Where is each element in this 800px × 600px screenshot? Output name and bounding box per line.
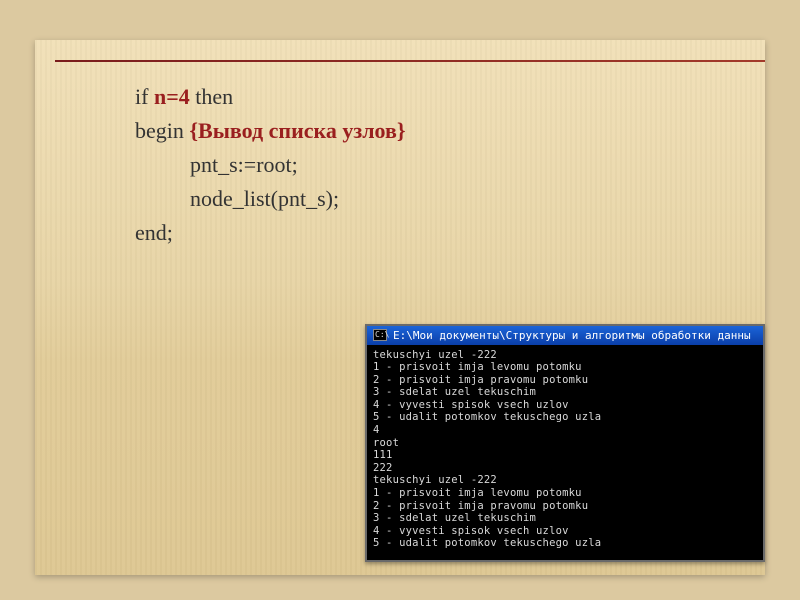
terminal-titlebar: C:\ E:\Мои документы\Структуры и алгорит…: [367, 326, 763, 345]
code-keyword: n=4: [154, 84, 190, 109]
code-comment: {Вывод списка узлов}: [189, 118, 405, 143]
code-text: if: [135, 84, 154, 109]
code-line-5: end;: [135, 216, 715, 250]
code-line-2: begin {Вывод списка узлов}: [135, 114, 715, 148]
code-text: begin: [135, 118, 189, 143]
divider-rule: [55, 60, 765, 62]
code-line-3: pnt_s:=root;: [135, 148, 715, 182]
code-text: then: [190, 84, 233, 109]
terminal-title-text: E:\Мои документы\Структуры и алгоритмы о…: [393, 329, 751, 342]
code-block: if n=4 then begin {Вывод списка узлов} p…: [135, 80, 715, 250]
cmd-icon: C:\: [373, 329, 387, 341]
code-line-4: node_list(pnt_s);: [135, 182, 715, 216]
code-line-1: if n=4 then: [135, 80, 715, 114]
terminal-output: tekuschyi uzel -222 1 - prisvoit imja le…: [367, 345, 763, 561]
terminal-window: C:\ E:\Мои документы\Структуры и алгорит…: [365, 324, 765, 563]
